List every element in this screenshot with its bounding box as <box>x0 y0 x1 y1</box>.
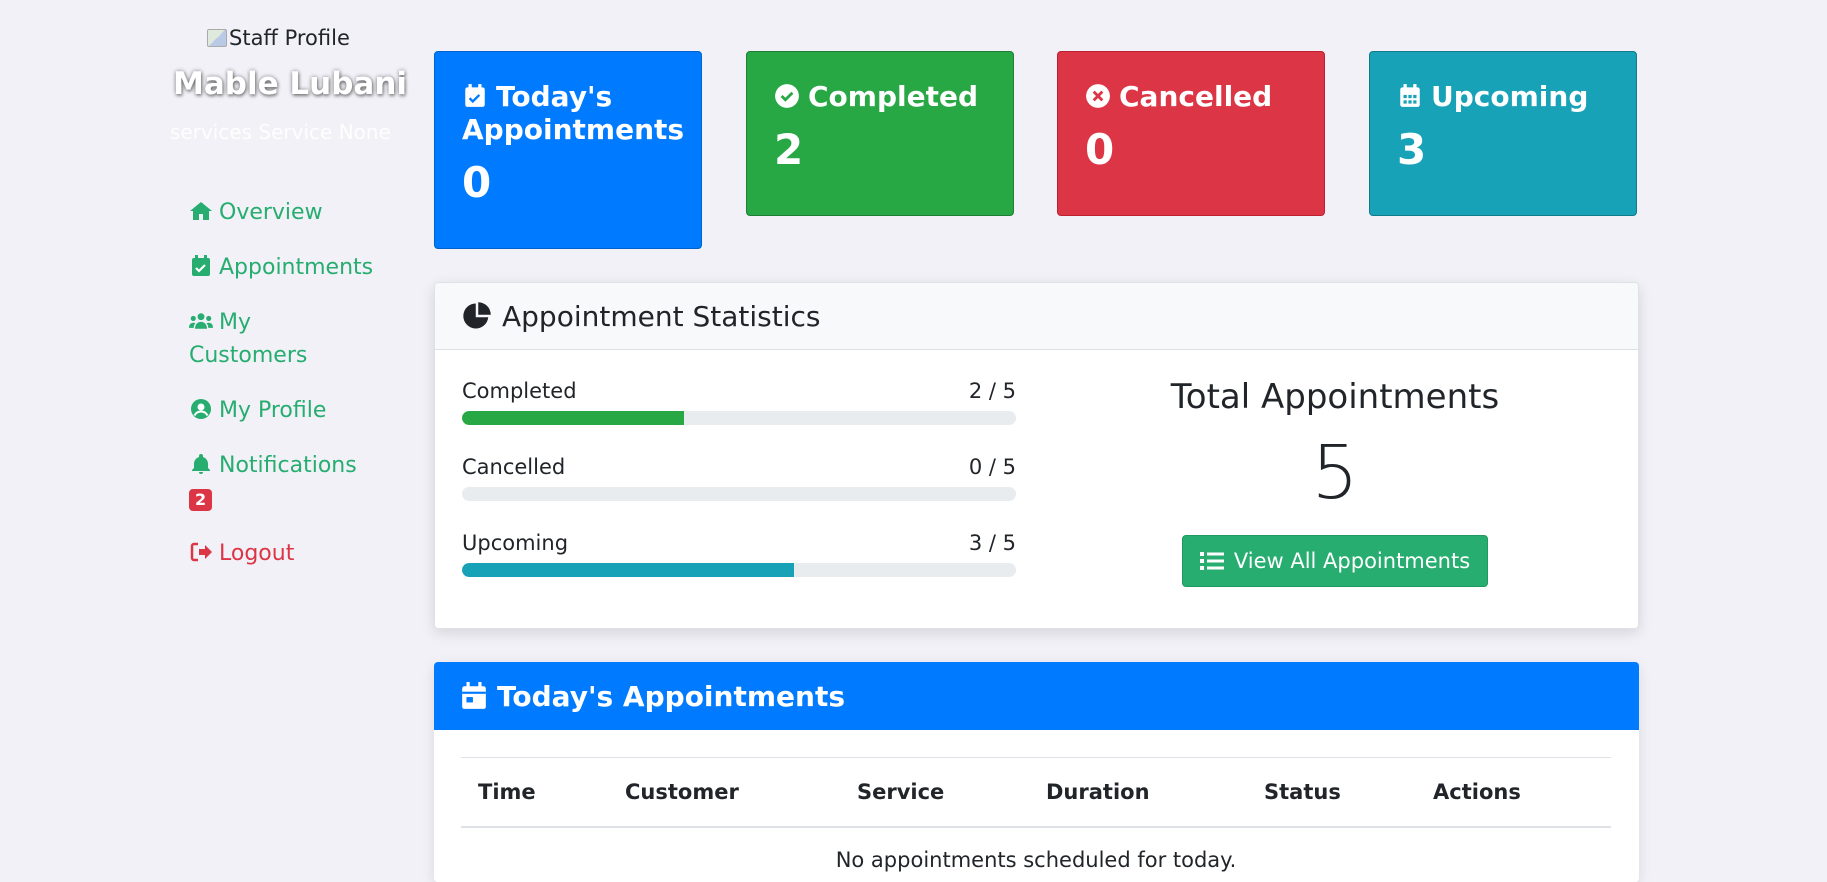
appointment-statistics-panel: Appointment Statistics Completed 2 / 5 Ca… <box>434 282 1639 629</box>
profile-name: Mable Lubani <box>173 66 408 102</box>
card-upcoming-value: 3 <box>1397 125 1427 174</box>
card-cancelled-label: Cancelled <box>1119 80 1273 113</box>
card-todays-title: Today's Appointments <box>462 80 684 146</box>
total-appointments-label: Total Appointments <box>1170 377 1500 417</box>
user-circle-icon <box>191 399 211 419</box>
stat-row-upcoming: Upcoming 3 / 5 <box>462 531 1016 577</box>
stat-row-completed: Completed 2 / 5 <box>462 379 1016 425</box>
nav-notifications[interactable]: Notifications 2 <box>189 449 389 515</box>
nav-my-customers-label-2: Customers <box>189 343 308 368</box>
calendar-icon <box>1400 84 1420 107</box>
column-header-status[interactable]: Status <box>1264 780 1341 804</box>
card-cancelled: Cancelled 0 <box>1057 51 1325 216</box>
card-cancelled-title: Cancelled <box>1085 80 1297 113</box>
nav-my-profile-label: My Profile <box>219 398 327 423</box>
broken-image-icon <box>207 29 227 47</box>
card-completed-title: Completed <box>774 80 986 113</box>
card-todays-title-2: Appointments <box>462 113 685 146</box>
nav-logout-label: Logout <box>219 541 295 566</box>
column-header-duration[interactable]: Duration <box>1046 780 1150 804</box>
x-circle-icon <box>1086 84 1110 108</box>
nav-logout[interactable]: Logout <box>189 537 389 570</box>
nav-appointments-label: Appointments <box>219 255 374 280</box>
column-header-time[interactable]: Time <box>478 780 536 804</box>
view-all-appointments-button[interactable]: View All Appointments <box>1181 535 1489 587</box>
nav-overview[interactable]: Overview <box>189 196 389 229</box>
stat-bars: Completed 2 / 5 Cancelled 0 / 5 Upcoming 3 … <box>462 379 1016 607</box>
card-upcoming-title: Upcoming <box>1397 80 1609 113</box>
column-header-customer[interactable]: Customer <box>625 780 739 804</box>
notifications-badge: 2 <box>189 489 213 511</box>
progress-track <box>462 487 1016 501</box>
nav-my-profile[interactable]: My Profile <box>189 394 389 427</box>
column-header-service[interactable]: Service <box>857 780 944 804</box>
nav-overview-label: Overview <box>219 200 323 225</box>
nav-notifications-label: Notifications <box>219 453 357 478</box>
bell-icon <box>192 454 210 474</box>
card-completed-value: 2 <box>774 125 804 174</box>
appointment-statistics-header: Appointment Statistics <box>435 283 1638 350</box>
total-appointments: Total Appointments 5 View All Appointmen… <box>1135 377 1535 587</box>
column-header-actions[interactable]: Actions <box>1433 780 1521 804</box>
card-completed: Completed 2 <box>746 51 1014 216</box>
progress-fill-completed <box>462 411 684 425</box>
todays-appointments-panel: Today's Appointments Time Customer Servi… <box>434 662 1639 882</box>
card-todays-value: 0 <box>462 158 492 207</box>
profile-subtitle: services Service None <box>170 120 391 144</box>
card-todays-title-1: Today's <box>496 80 613 113</box>
view-all-appointments-label: View All Appointments <box>1233 549 1471 573</box>
logout-icon <box>190 542 212 562</box>
card-upcoming: Upcoming 3 <box>1369 51 1637 216</box>
calendar-day-icon <box>462 682 486 709</box>
home-icon <box>190 202 212 220</box>
stat-cancelled-label: Cancelled <box>462 455 566 479</box>
table-header: Time Customer Service Duration Status Ac… <box>461 758 1611 828</box>
total-appointments-value: 5 <box>1311 430 1359 516</box>
list-icon <box>1199 552 1224 570</box>
check-circle-icon <box>775 84 799 108</box>
todays-appointments-header: Today's Appointments <box>434 662 1639 730</box>
stat-upcoming-label: Upcoming <box>462 531 569 555</box>
progress-track <box>462 563 1016 577</box>
sidebar-nav: Overview Appointments My Customers My Pro… <box>189 196 389 592</box>
progress-fill-upcoming <box>462 563 795 577</box>
card-completed-label: Completed <box>808 80 979 113</box>
nav-my-customers[interactable]: My Customers <box>189 306 389 372</box>
profile-image: Staff Profile <box>207 26 350 50</box>
todays-appointments-title: Today's Appointments <box>497 679 845 713</box>
pie-chart-icon <box>463 302 491 329</box>
stat-upcoming-count: 3 / 5 <box>968 531 1016 555</box>
card-todays-appointments: Today's Appointments 0 <box>434 51 702 249</box>
card-upcoming-label: Upcoming <box>1431 80 1589 113</box>
appointment-statistics-title: Appointment Statistics <box>502 299 821 333</box>
nav-appointments[interactable]: Appointments <box>189 251 389 284</box>
nav-my-customers-label-1: My <box>219 310 252 335</box>
progress-track <box>462 411 1016 425</box>
calendar-check-icon <box>465 84 485 107</box>
profile-image-alt: Staff Profile <box>229 26 350 50</box>
stat-completed-count: 2 / 5 <box>968 379 1016 403</box>
calendar-check-icon <box>192 255 210 276</box>
stat-completed-label: Completed <box>462 379 577 403</box>
appointments-table: Time Customer Service Duration Status Ac… <box>461 757 1611 872</box>
users-icon <box>189 313 213 329</box>
stat-row-cancelled: Cancelled 0 / 5 <box>462 455 1016 501</box>
stat-cancelled-count: 0 / 5 <box>968 455 1016 479</box>
empty-table-message: No appointments scheduled for today. <box>835 848 1237 872</box>
card-cancelled-value: 0 <box>1085 125 1115 174</box>
